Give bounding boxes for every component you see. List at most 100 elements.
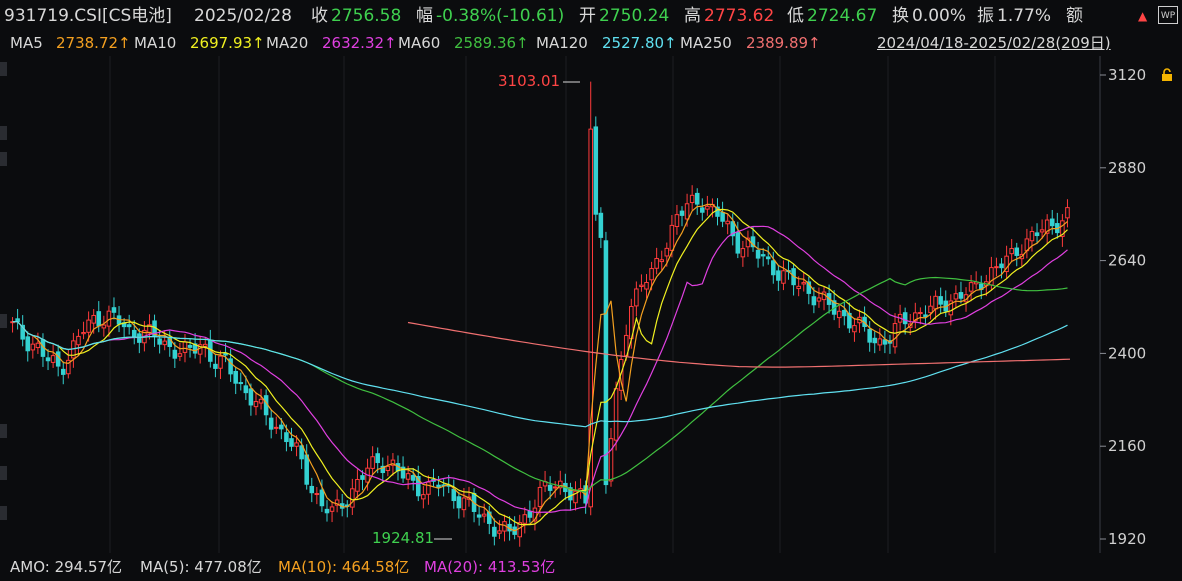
candle-body[interactable]	[213, 363, 218, 369]
date-range[interactable]: 2024/04/18-2025/02/28(209日)	[877, 32, 1111, 54]
candle-body[interactable]	[867, 328, 872, 343]
candle-body[interactable]	[91, 314, 96, 324]
candle-body[interactable]	[933, 295, 938, 310]
candle-body[interactable]	[476, 514, 482, 518]
candle-body[interactable]	[238, 382, 244, 385]
candle-body[interactable]	[608, 438, 614, 482]
candle-body[interactable]	[456, 496, 462, 509]
candle-body[interactable]	[405, 473, 411, 480]
candle-body[interactable]	[426, 481, 431, 495]
candle-body[interactable]	[735, 232, 741, 254]
candle-body[interactable]	[50, 355, 56, 363]
candle-body[interactable]	[796, 285, 801, 290]
candle-body[interactable]	[522, 514, 528, 524]
kline-chart[interactable]: 3120 2880 2640 2400 2160 1920 3103.01 1924.81	[0, 56, 1182, 553]
candle-body[interactable]	[664, 247, 670, 257]
candle-body[interactable]	[923, 314, 928, 317]
candle-body[interactable]	[552, 486, 558, 489]
candle-body[interactable]	[953, 293, 959, 300]
candle-body[interactable]	[771, 260, 776, 276]
candle-body[interactable]	[284, 432, 289, 443]
candle-body[interactable]	[801, 282, 807, 285]
candle-body[interactable]	[928, 305, 933, 314]
candle-body[interactable]	[253, 401, 259, 408]
candle-body[interactable]	[892, 323, 898, 348]
candle-body[interactable]	[273, 426, 279, 429]
candle-body[interactable]	[700, 207, 705, 213]
candle-body[interactable]	[126, 324, 132, 328]
candle-body[interactable]	[436, 484, 441, 488]
candle-body[interactable]	[872, 337, 878, 344]
candle-body[interactable]	[111, 307, 117, 313]
candle-body[interactable]	[694, 192, 700, 205]
candle-body[interactable]	[410, 475, 416, 481]
candle-body[interactable]	[481, 513, 487, 517]
candle-body[interactable]	[811, 296, 817, 306]
candle-body[interactable]	[314, 493, 320, 496]
candle-body[interactable]	[613, 388, 619, 441]
candle-body[interactable]	[1034, 232, 1040, 237]
candle-body[interactable]	[177, 353, 183, 357]
candle-body[interactable]	[598, 212, 604, 238]
candle-body[interactable]	[852, 325, 857, 333]
candle-body[interactable]	[684, 203, 690, 220]
candle-body[interactable]	[451, 488, 457, 502]
kline-svg[interactable]: 3120 2880 2640 2400 2160 1920 3103.01 1924.81	[0, 56, 1182, 553]
candle-body[interactable]	[669, 224, 675, 251]
candle-body[interactable]	[842, 309, 847, 317]
candle-body[interactable]	[1014, 247, 1020, 256]
candle-body[interactable]	[218, 355, 223, 369]
candle-body[interactable]	[360, 475, 365, 480]
candle-body[interactable]	[324, 508, 330, 514]
candle-body[interactable]	[182, 341, 188, 353]
candle-body[interactable]	[131, 329, 137, 338]
candle-body[interactable]	[679, 210, 685, 216]
candle-body[interactable]	[60, 368, 66, 375]
symbol-title[interactable]: 931719.CSI[CS电池]	[4, 0, 172, 32]
candle-body[interactable]	[461, 497, 467, 511]
candle-body[interactable]	[497, 530, 502, 534]
candle-body[interactable]	[918, 311, 923, 314]
candle-body[interactable]	[994, 266, 999, 269]
candle-body[interactable]	[1009, 248, 1014, 255]
candle-body[interactable]	[765, 256, 771, 260]
candle-body[interactable]	[289, 438, 294, 447]
candle-body[interactable]	[537, 486, 543, 507]
candle-body[interactable]	[816, 297, 822, 302]
candle-body[interactable]	[25, 336, 31, 352]
candle-body[interactable]	[547, 484, 553, 491]
candle-body[interactable]	[76, 335, 81, 346]
candle-body[interactable]	[674, 214, 680, 228]
candle-body[interactable]	[162, 340, 167, 346]
candle-body[interactable]	[101, 324, 107, 329]
candle-body[interactable]	[1039, 229, 1045, 233]
candle-body[interactable]	[137, 333, 142, 343]
candle-body[interactable]	[654, 258, 659, 269]
candle-body[interactable]	[902, 312, 908, 325]
candle-body[interactable]	[882, 339, 888, 345]
candle-body[interactable]	[172, 349, 178, 359]
candle-body[interactable]	[385, 465, 391, 471]
candle-body[interactable]	[755, 249, 761, 259]
candle-body[interactable]	[329, 506, 335, 512]
candle-body[interactable]	[187, 344, 193, 348]
candle-body[interactable]	[157, 338, 162, 345]
wp-icon[interactable]: WP	[1158, 6, 1178, 24]
candle-body[interactable]	[319, 489, 325, 507]
candle-body[interactable]	[877, 338, 883, 346]
candle-body[interactable]	[35, 342, 41, 349]
candle-body[interactable]	[836, 310, 842, 319]
candle-body[interactable]	[1029, 231, 1035, 242]
candle-body[interactable]	[81, 332, 86, 335]
candle-body[interactable]	[55, 351, 61, 367]
candle-body[interactable]	[593, 126, 599, 215]
candle-body[interactable]	[45, 357, 51, 362]
candle-body[interactable]	[30, 343, 36, 351]
candle-body[interactable]	[644, 281, 649, 290]
candle-body[interactable]	[96, 311, 102, 327]
candle-body[interactable]	[776, 270, 781, 281]
candle-body[interactable]	[659, 259, 664, 263]
candle-body[interactable]	[304, 454, 309, 485]
candle-body[interactable]	[760, 254, 766, 257]
candle-body[interactable]	[999, 263, 1004, 269]
